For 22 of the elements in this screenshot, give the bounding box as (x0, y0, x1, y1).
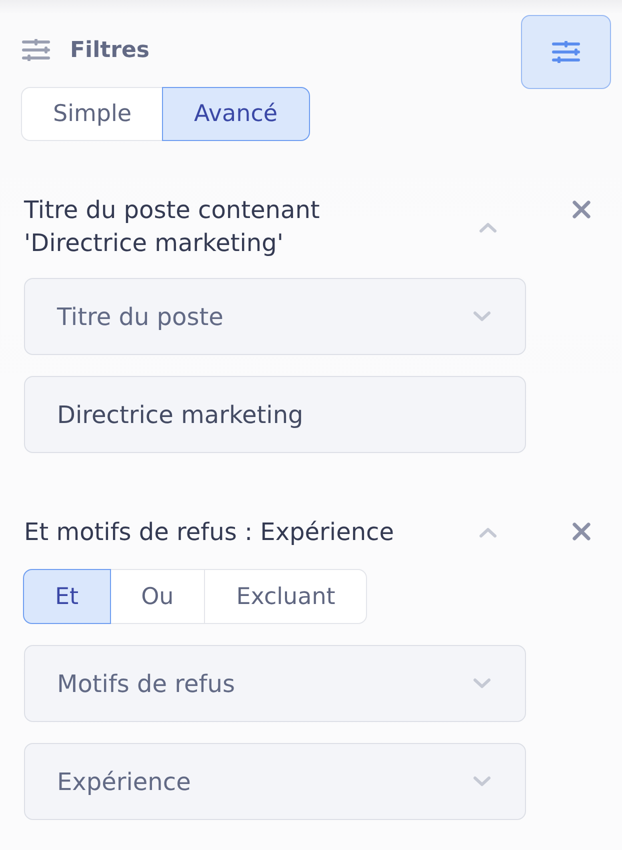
operator-tab[interactable]: Ou (109, 569, 206, 624)
chevron-up-icon[interactable] (479, 222, 497, 232)
mode-tab[interactable]: Simple (21, 87, 164, 141)
sliders-icon (22, 39, 50, 61)
filter-title: Et motifs de refus : Expérience (24, 517, 396, 548)
filter-title: Titre du poste contenant 'Directrice marketing' (24, 195, 321, 259)
sliders-icon (552, 41, 580, 63)
text-field[interactable]: Directrice marketing (24, 376, 526, 453)
chevron-down-icon (473, 311, 491, 322)
filter-toggle-button[interactable] (521, 15, 611, 89)
operator-tab[interactable]: Et (23, 569, 111, 624)
close-icon[interactable] (572, 522, 591, 541)
dropdown-field[interactable]: Motifs de refus (24, 645, 526, 722)
chevron-down-icon (473, 678, 491, 689)
chevron-down-icon (473, 776, 491, 787)
operator-tab[interactable]: Excluant (204, 569, 368, 624)
mode-tab[interactable]: Avancé (162, 87, 310, 141)
chevron-up-icon[interactable] (479, 527, 497, 538)
panel-title: Filtres (70, 38, 150, 62)
dropdown-field[interactable]: Titre du poste (24, 278, 526, 355)
dropdown-field[interactable]: Expérience (24, 743, 526, 820)
close-icon[interactable] (572, 200, 591, 219)
